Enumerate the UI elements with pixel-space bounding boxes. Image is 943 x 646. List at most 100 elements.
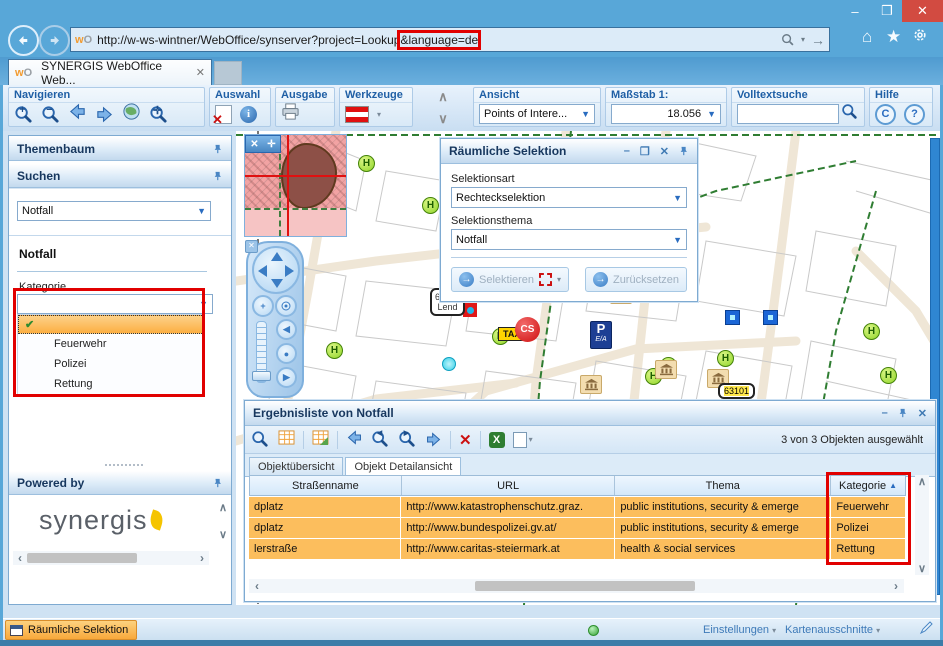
fulltext-search-icon[interactable] — [841, 103, 858, 125]
column-header-thema[interactable]: Thema — [615, 476, 831, 495]
dropdown-option-empty-selected[interactable]: ✔ — [18, 315, 204, 334]
scroll-right-icon[interactable]: › — [894, 579, 898, 593]
redline-pen-icon[interactable] — [919, 621, 933, 640]
hydrant-marker[interactable]: H — [326, 342, 343, 359]
pan-dpad[interactable] — [252, 246, 300, 294]
dropdown-option[interactable]: Feuerwehr — [18, 334, 204, 354]
kartenausschnitte-menu[interactable]: Kartenausschnitte▾ — [785, 624, 880, 636]
next-object-icon[interactable] — [425, 431, 442, 448]
table-row[interactable]: dplatzhttp://www.katastrophenschutz.graz… — [249, 497, 906, 517]
tab-objektuebersicht[interactable]: Objektübersicht — [249, 457, 343, 476]
full-extent-globe-icon[interactable] — [122, 102, 141, 126]
poi-cyan-circle-marker[interactable] — [442, 357, 456, 371]
panel-restore-icon[interactable]: ❒ — [640, 145, 650, 158]
hydrant-marker[interactable]: H — [422, 197, 439, 214]
pin-icon[interactable] — [213, 477, 223, 489]
scroll-down-icon[interactable]: ∨ — [219, 528, 227, 541]
dropdown-option[interactable]: Polizei — [18, 354, 204, 374]
panel-header[interactable]: Räumliche Selektion – ❒ ✕ — [441, 139, 697, 164]
window-maximize-button[interactable]: ❒ — [872, 0, 902, 22]
museum-marker[interactable] — [580, 375, 602, 394]
selektieren-button[interactable]: → Selektieren ▾ — [451, 267, 569, 292]
minimap-pan-icon[interactable]: ✛ — [267, 139, 275, 150]
history-forward-button[interactable]: ▶ — [276, 367, 297, 388]
zoom-in-button[interactable]: + — [252, 295, 274, 317]
address-bar[interactable]: wO http://w-ws-wintner/WebOffice/synserv… — [70, 27, 830, 52]
scroll-right-icon[interactable]: › — [200, 551, 204, 565]
fulltext-search-input[interactable] — [737, 104, 839, 124]
previous-extent-icon[interactable] — [68, 102, 87, 126]
previous-object-icon[interactable] — [346, 429, 363, 451]
info-icon[interactable]: i — [240, 106, 257, 123]
tab-close-icon[interactable]: ✕ — [196, 66, 205, 79]
scroll-down-icon[interactable]: ∨ — [918, 562, 926, 575]
toolbar-collapse-chevrons[interactable]: ∧ ∨ — [431, 89, 455, 127]
table-row[interactable]: lerstraßehttp://www.caritas-steiermark.a… — [249, 539, 906, 559]
dropdown-option[interactable]: Rettung — [18, 374, 204, 394]
sidebar-resize-handle[interactable] — [104, 463, 144, 467]
hydrant-marker[interactable]: H — [717, 350, 734, 367]
hydrant-marker[interactable]: H — [863, 323, 880, 340]
hydrant-marker[interactable]: H — [880, 367, 897, 384]
panel-close-icon[interactable]: ✕ — [660, 145, 669, 158]
column-header-kategorie[interactable]: Kategorie▲ — [831, 476, 905, 495]
museum-marker[interactable] — [655, 360, 677, 379]
panel-pin-icon[interactable] — [679, 145, 689, 157]
chevron-down-icon[interactable]: ∨ — [438, 111, 448, 127]
table-report-icon[interactable] — [312, 430, 329, 450]
settings-gear-icon[interactable] — [912, 27, 928, 48]
sidebar-header-suchen[interactable]: Suchen — [9, 163, 231, 188]
tools-caret-icon[interactable]: ▾ — [377, 110, 381, 119]
tab-objekt-detailansicht[interactable]: Objekt Detailansicht — [345, 457, 461, 477]
panel-close-icon[interactable]: ✕ — [918, 407, 927, 420]
scrollbar-thumb[interactable] — [27, 553, 137, 563]
full-extent-button[interactable] — [275, 295, 297, 317]
hydrant-marker[interactable]: H — [358, 155, 375, 172]
remove-selection-icon[interactable]: ✕ — [459, 431, 472, 449]
navwidget-close-icon[interactable]: ✕ — [245, 240, 258, 253]
pin-icon[interactable] — [213, 170, 223, 182]
einstellungen-menu[interactable]: Einstellungen▾ — [703, 624, 776, 636]
minimap-close-icon[interactable]: ✕ — [250, 139, 258, 150]
browser-forward-button[interactable] — [39, 25, 70, 56]
minimap-controls[interactable]: ✕✛ — [245, 135, 281, 153]
window-minimize-button[interactable]: – — [840, 0, 870, 22]
zoom-in-icon[interactable]: + — [14, 105, 33, 124]
map-navigation-widget[interactable]: ✕ + ◀ ● ▶ — [246, 241, 304, 398]
column-header-strassenname[interactable]: Straßenname — [250, 476, 402, 495]
next-extent-icon[interactable] — [95, 105, 114, 124]
search-dropdown-caret[interactable]: ▾ — [801, 35, 805, 44]
overview-minimap[interactable]: ✕✛ — [244, 134, 347, 237]
scroll-left-icon[interactable]: ‹ — [255, 579, 259, 593]
excel-export-icon[interactable]: X — [489, 432, 505, 448]
results-header[interactable]: Ergebnisliste von Notfall – ✕ — [245, 401, 935, 426]
browser-back-button[interactable] — [8, 25, 39, 56]
browser-tab[interactable]: wO SYNERGIS WebOffice Web... ✕ — [8, 59, 212, 85]
copyright-button[interactable]: C — [875, 104, 896, 125]
results-horizontal-scrollbar[interactable]: ‹ › — [249, 579, 904, 593]
scroll-up-icon[interactable]: ∧ — [219, 501, 227, 514]
panel-minimize-icon[interactable]: – — [882, 407, 888, 419]
ansicht-dropdown[interactable]: Points of Intere...▼ — [479, 104, 595, 124]
zoom-previous-icon[interactable]: ◀ — [371, 430, 390, 449]
window-close-button[interactable]: ✕ — [902, 0, 943, 22]
poi-red-square-marker[interactable] — [463, 303, 477, 317]
results-vertical-scrollbar[interactable]: ∧ ∨ — [915, 475, 929, 575]
scroll-up-icon[interactable]: ∧ — [918, 475, 926, 488]
report-print-icon[interactable]: ▾ — [513, 432, 533, 448]
logo-horizontal-scrollbar[interactable]: ‹ › — [13, 551, 209, 565]
table-view-icon[interactable] — [278, 430, 295, 450]
zoom-slider-handle[interactable] — [252, 371, 271, 381]
pin-icon[interactable] — [213, 143, 223, 155]
search-theme-dropdown[interactable]: Notfall▼ — [17, 201, 211, 221]
print-icon[interactable] — [281, 102, 300, 126]
zoom-to-selection-icon[interactable] — [251, 430, 270, 449]
sidebar-header-themenbaum[interactable]: Themenbaum — [9, 136, 231, 161]
scroll-left-icon[interactable]: ‹ — [18, 551, 22, 565]
table-row[interactable]: dplatzhttp://www.bundespolizei.gv.at/pub… — [249, 518, 906, 538]
selektionsthema-dropdown[interactable]: Notfall▼ — [451, 229, 687, 250]
favorites-star-icon[interactable]: ★ — [886, 27, 901, 47]
help-button[interactable]: ? — [904, 104, 925, 125]
zuruecksetzen-button[interactable]: → Zurücksetzen — [585, 267, 687, 292]
history-back-button[interactable]: ◀ — [276, 319, 297, 340]
